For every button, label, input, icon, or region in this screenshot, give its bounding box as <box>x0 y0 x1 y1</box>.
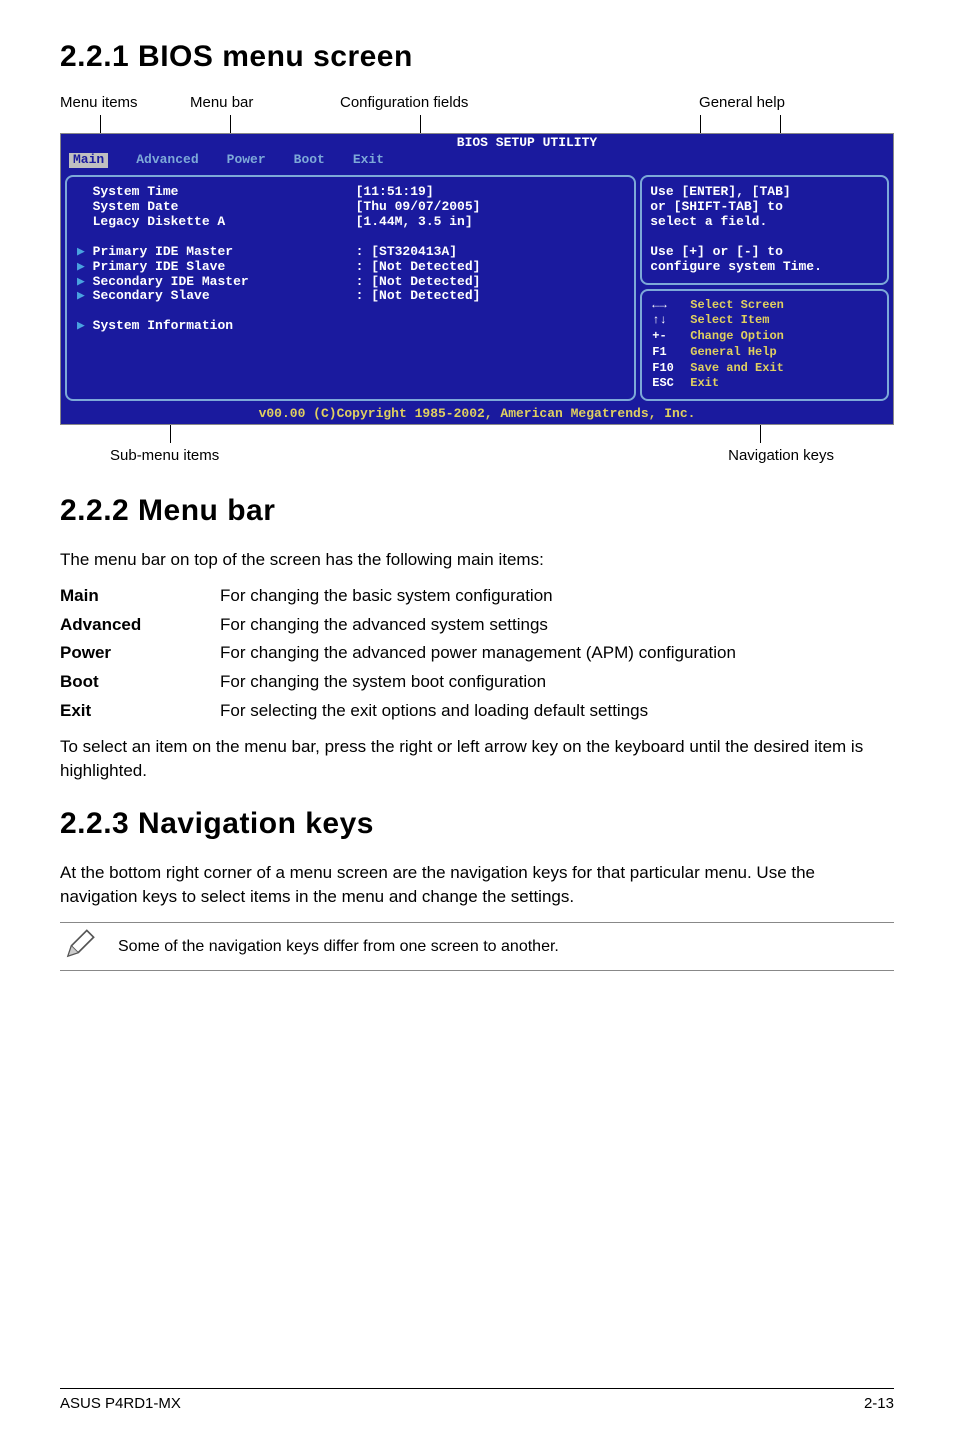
bios-title: BIOS SETUP UTILITY <box>367 136 687 151</box>
bios-row-value[interactable]: [11:51:19] <box>356 185 625 200</box>
label-menu-items: Menu items <box>60 94 190 111</box>
bios-row-label[interactable]: ▶ Secondary IDE Master <box>77 275 346 290</box>
bios-nav-row: ↑↓Select Item <box>652 314 877 328</box>
bios-nav-row: ←→Select Screen <box>652 299 877 313</box>
callout-lines-bottom <box>60 425 894 443</box>
bios-row-value[interactable]: : [Not Detected] <box>356 275 625 290</box>
diagram-top-labels: Menu items Menu bar Configuration fields… <box>60 94 894 111</box>
bios-tab-power[interactable]: Power <box>227 153 266 168</box>
bios-row-value[interactable] <box>356 230 625 245</box>
bios-row-label[interactable]: System Time <box>77 185 346 200</box>
menu-desc-row: BootFor changing the system boot configu… <box>60 670 894 695</box>
bios-nav-row: ESCExit <box>652 377 877 391</box>
bios-body: System Time System Date Legacy Diskette … <box>61 171 893 405</box>
bios-row-value[interactable] <box>356 304 625 319</box>
bios-row-value[interactable] <box>356 319 625 334</box>
section-222-intro: The menu bar on top of the screen has th… <box>60 548 894 572</box>
bios-row-value[interactable]: : [Not Detected] <box>356 289 625 304</box>
page-footer: ASUS P4RD1-MX 2-13 <box>60 1388 894 1412</box>
bios-left-pane: System Time System Date Legacy Diskette … <box>65 175 636 401</box>
bios-row-label[interactable]: ▶ System Information <box>77 319 346 334</box>
menu-bar-table: MainFor changing the basic system config… <box>60 584 894 723</box>
menu-desc-row: AdvancedFor changing the advanced system… <box>60 613 894 638</box>
label-general-help: General help <box>590 94 894 111</box>
bios-row-label[interactable]: ▶ Primary IDE Slave <box>77 260 346 275</box>
bios-title-bar: BIOS SETUP UTILITY <box>61 134 893 153</box>
diagram-bottom-labels: Sub-menu items Navigation keys <box>60 447 894 464</box>
note-text: Some of the navigation keys differ from … <box>118 938 559 956</box>
callout-lines-top <box>60 115 894 133</box>
heading-222: 2.2.2 Menu bar <box>60 494 894 528</box>
bios-row-value[interactable]: [Thu 09/07/2005] <box>356 200 625 215</box>
bios-nav-keys: ←→Select Screen↑↓Select Item +-Change Opt… <box>640 289 889 402</box>
label-config-fields: Configuration fields <box>340 94 590 111</box>
footer-product: ASUS P4RD1-MX <box>60 1395 181 1412</box>
label-submenu-items: Sub-menu items <box>60 447 260 464</box>
heading-223: 2.2.3 Navigation keys <box>60 807 894 841</box>
menu-desc-row: PowerFor changing the advanced power man… <box>60 641 894 666</box>
menu-desc-row: ExitFor selecting the exit options and l… <box>60 699 894 724</box>
bios-row-value[interactable]: [1.44M, 3.5 in] <box>356 215 625 230</box>
bios-screenshot: BIOS SETUP UTILITY Main Advanced Power B… <box>60 133 894 425</box>
bios-row-label[interactable]: Legacy Diskette A <box>77 215 346 230</box>
pencil-icon <box>60 927 100 966</box>
bios-copyright: v00.00 (C)Copyright 1985-2002, American … <box>61 405 893 424</box>
section-223-para: At the bottom right corner of a menu scr… <box>60 861 894 909</box>
bios-field-labels: System Time System Date Legacy Diskette … <box>77 185 346 391</box>
bios-row-value[interactable]: : [ST320413A] <box>356 245 625 260</box>
bios-row-label[interactable]: ▶ Secondary Slave <box>77 289 346 304</box>
bios-help-text: Use [ENTER], [TAB] or [SHIFT-TAB] to sel… <box>640 175 889 285</box>
bios-row-value[interactable]: : [Not Detected] <box>356 260 625 275</box>
bios-right-pane: Use [ENTER], [TAB] or [SHIFT-TAB] to sel… <box>640 175 889 401</box>
bios-tab-boot[interactable]: Boot <box>294 153 325 168</box>
bios-row-label[interactable] <box>77 230 346 245</box>
bios-tab-main[interactable]: Main <box>69 153 108 168</box>
bios-tab-exit[interactable]: Exit <box>353 153 384 168</box>
footer-page-number: 2-13 <box>864 1395 894 1412</box>
bios-nav-row: F1General Help <box>652 346 877 360</box>
bios-row-label[interactable] <box>77 304 346 319</box>
note-box: Some of the navigation keys differ from … <box>60 922 894 971</box>
label-navigation-keys: Navigation keys <box>260 447 894 464</box>
heading-221: 2.2.1 BIOS menu screen <box>60 40 894 74</box>
bios-menubar: Main Advanced Power Boot Exit <box>61 153 893 171</box>
menu-desc-row: MainFor changing the basic system config… <box>60 584 894 609</box>
bios-field-values: [11:51:19][Thu 09/07/2005][1.44M, 3.5 in… <box>356 185 625 391</box>
bios-nav-row: F10Save and Exit <box>652 362 877 376</box>
bios-row-label[interactable]: System Date <box>77 200 346 215</box>
bios-row-label[interactable]: ▶ Primary IDE Master <box>77 245 346 260</box>
section-222-outro: To select an item on the menu bar, press… <box>60 735 894 783</box>
label-menu-bar: Menu bar <box>190 94 340 111</box>
bios-nav-row: +-Change Option <box>652 330 877 344</box>
bios-tab-advanced[interactable]: Advanced <box>136 153 198 168</box>
